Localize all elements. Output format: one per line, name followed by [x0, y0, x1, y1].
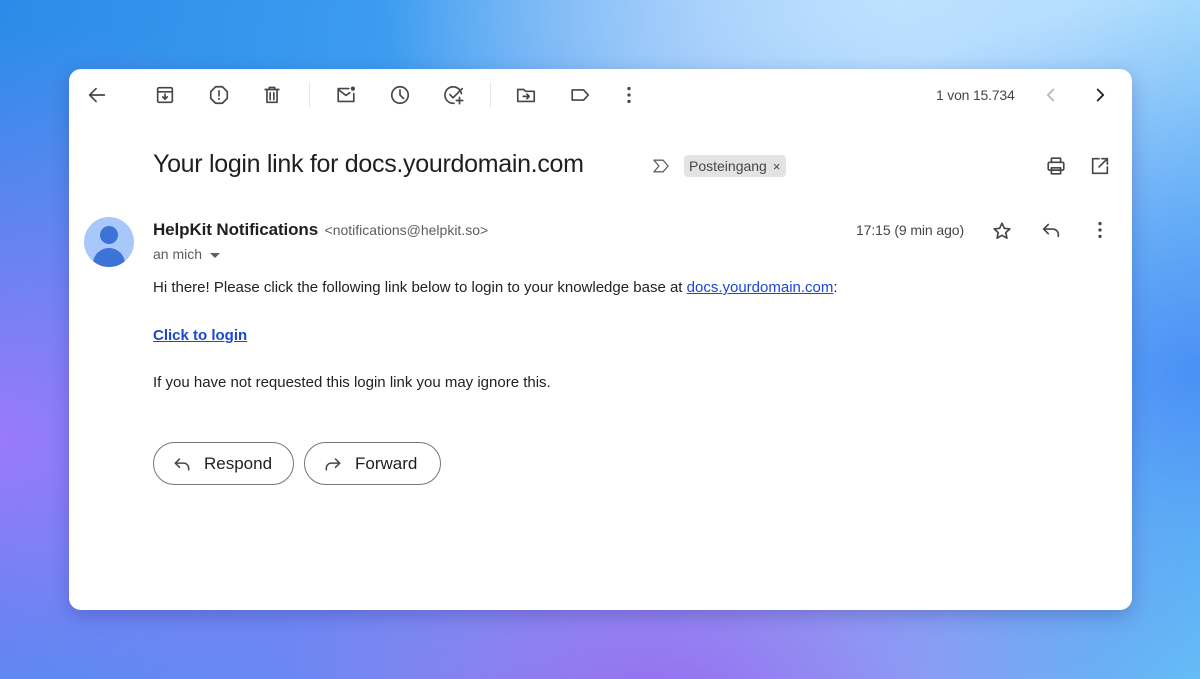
- label-chip-text: Posteingang: [689, 158, 767, 174]
- email-body-footer: If you have not requested this login lin…: [153, 374, 551, 391]
- label-icon: [571, 89, 590, 101]
- sender-email: <notifications@helpkit.so>: [324, 222, 489, 238]
- delete-button[interactable]: [255, 78, 289, 112]
- previous-email-button[interactable]: [1034, 78, 1068, 112]
- star-button[interactable]: [985, 214, 1019, 248]
- pager-count: 1 von 15.734: [936, 87, 1015, 103]
- more-vert-icon: [1098, 221, 1102, 239]
- back-button[interactable]: [80, 78, 114, 112]
- inbox-label-chip[interactable]: Posteingang ×: [684, 155, 787, 177]
- caret-down-icon: [210, 252, 221, 258]
- sender-line: HelpKit Notifications <notifications@hel…: [153, 220, 488, 240]
- add-task-button[interactable]: [437, 78, 471, 112]
- snooze-button[interactable]: [383, 78, 417, 112]
- print-button[interactable]: [1039, 149, 1073, 183]
- intro-suffix: :: [833, 279, 838, 296]
- labels-button[interactable]: [563, 78, 597, 112]
- sender-name[interactable]: HelpKit Notifications: [153, 220, 318, 239]
- recipient-text: an mich: [153, 246, 203, 262]
- intro-text: Hi there! Please click the following lin…: [153, 279, 687, 296]
- reply-icon: [174, 457, 190, 471]
- email-timestamp: 17:15 (9 min ago): [856, 222, 965, 238]
- add-task-icon: [444, 85, 464, 105]
- respond-label: Respond: [204, 453, 273, 473]
- reply-icon: [1042, 223, 1060, 238]
- toolbar-divider: [490, 82, 491, 108]
- toolbar-divider: [309, 82, 310, 108]
- trash-icon: [264, 86, 280, 104]
- arrow-left-icon: [88, 87, 106, 103]
- remove-label-button[interactable]: ×: [773, 160, 781, 173]
- move-to-folder-icon: [516, 88, 536, 103]
- move-to-button[interactable]: [509, 78, 543, 112]
- email-body-intro: Hi there! Please click the following lin…: [153, 279, 838, 296]
- star-icon: [993, 222, 1011, 239]
- more-options-button[interactable]: [612, 78, 646, 112]
- email-subject: Your login link for docs.yourdomain.com: [153, 150, 584, 178]
- chevron-right-icon: [1096, 88, 1105, 102]
- sender-avatar[interactable]: [84, 217, 134, 267]
- report-spam-button[interactable]: [202, 78, 236, 112]
- mark-unread-button[interactable]: [329, 78, 363, 112]
- clock-icon: [390, 85, 410, 105]
- message-more-options-button[interactable]: [1083, 213, 1117, 247]
- forward-icon: [325, 457, 341, 471]
- open-in-new-window-button[interactable]: [1083, 149, 1117, 183]
- reply-button[interactable]: [1034, 213, 1068, 247]
- knowledge-base-link[interactable]: docs.yourdomain.com: [687, 279, 834, 296]
- open-in-new-icon: [1091, 157, 1109, 175]
- print-icon: [1047, 157, 1065, 175]
- chevron-left-icon: [1046, 88, 1055, 102]
- next-email-button[interactable]: [1083, 78, 1117, 112]
- login-link[interactable]: Click to login: [153, 327, 247, 344]
- recipient-details-toggle[interactable]: an mich: [153, 246, 221, 262]
- respond-button[interactable]: Respond: [153, 442, 294, 485]
- importance-marker-icon[interactable]: [651, 156, 671, 176]
- more-vert-icon: [627, 86, 631, 104]
- forward-label: Forward: [355, 453, 418, 473]
- forward-button[interactable]: Forward: [304, 442, 441, 485]
- mark-unread-icon: [337, 86, 355, 103]
- archive-button[interactable]: [148, 78, 182, 112]
- report-spam-icon: [209, 85, 229, 105]
- archive-icon: [156, 86, 174, 104]
